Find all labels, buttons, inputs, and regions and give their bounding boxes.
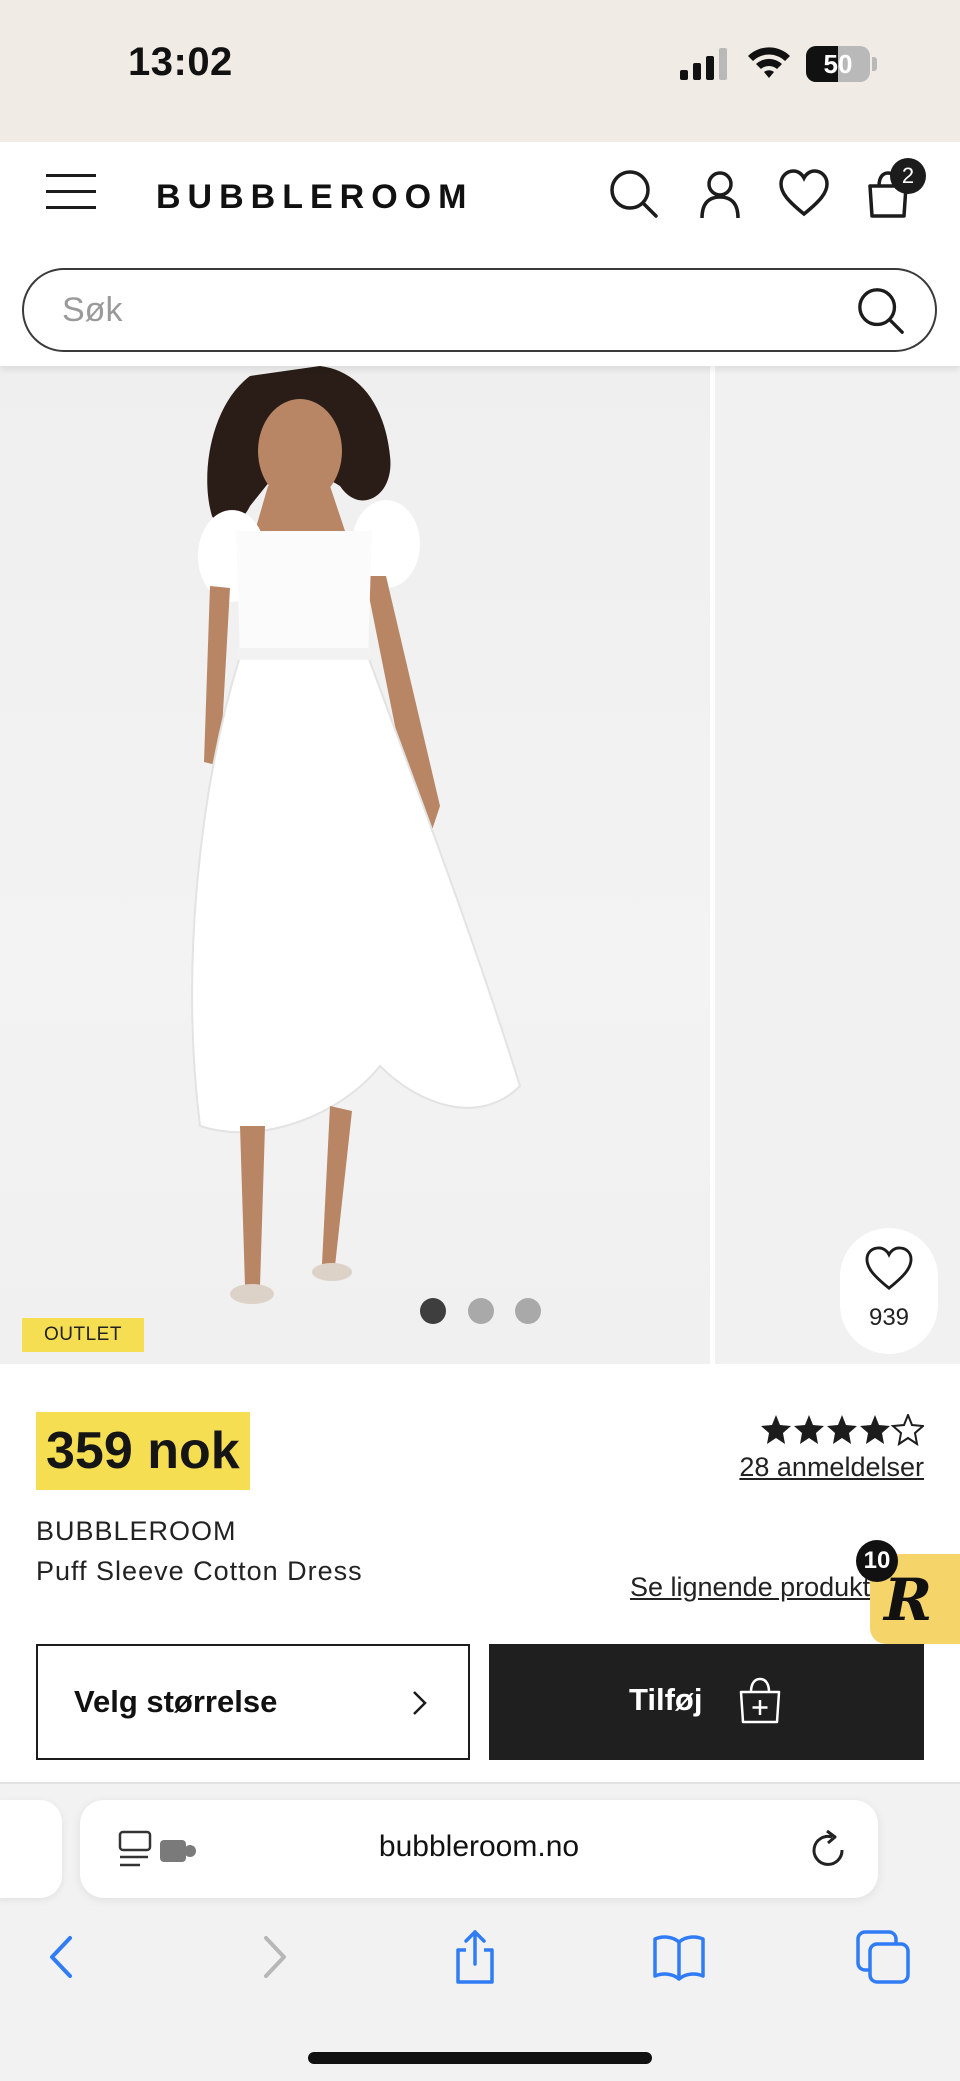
previous-tab-preview[interactable] xyxy=(0,1800,62,1898)
rewards-count-badge: 10 xyxy=(856,1540,898,1582)
pagination-dot[interactable] xyxy=(420,1298,446,1324)
pagination-dot[interactable] xyxy=(468,1298,494,1324)
search-input[interactable] xyxy=(22,268,937,352)
status-time: 13:02 xyxy=(128,40,233,84)
battery-percent: 50 xyxy=(823,49,853,79)
add-to-cart-label: Tilføj xyxy=(629,1682,703,1717)
wishlist-heart-icon[interactable] xyxy=(778,168,830,220)
product-price: 359 nok xyxy=(36,1412,250,1490)
rating-stars[interactable] xyxy=(760,1414,924,1446)
image-pagination[interactable] xyxy=(420,1298,550,1324)
heart-icon xyxy=(865,1246,913,1291)
select-size-button[interactable]: Velg størrelse xyxy=(36,1644,470,1760)
forward-icon[interactable] xyxy=(246,1930,300,1984)
search-icon[interactable] xyxy=(608,168,660,220)
next-product-image[interactable] xyxy=(715,366,960,1364)
product-name: Puff Sleeve Cotton Dress xyxy=(36,1556,363,1586)
reload-icon[interactable] xyxy=(810,1828,850,1872)
product-image[interactable] xyxy=(0,366,710,1364)
favorite-count: 939 xyxy=(868,1304,910,1331)
menu-icon[interactable] xyxy=(46,172,96,212)
select-size-label: Velg størrelse xyxy=(74,1684,278,1719)
chevron-right-icon xyxy=(413,1691,427,1715)
tabs-icon[interactable] xyxy=(856,1930,910,1984)
status-bar: 13:02 50 xyxy=(0,0,960,142)
back-icon[interactable] xyxy=(36,1930,90,1984)
cellular-signal-icon xyxy=(680,48,727,80)
address-bar[interactable]: bubbleroom.no xyxy=(80,1800,878,1898)
product-brand[interactable]: BUBBLEROOM xyxy=(36,1516,237,1547)
pagination-dot[interactable] xyxy=(515,1298,541,1324)
search-submit-icon[interactable] xyxy=(856,286,906,336)
site-logo[interactable]: BUBBLEROOM xyxy=(156,178,473,217)
add-bag-icon xyxy=(739,1677,781,1724)
cart-count-badge: 2 xyxy=(890,158,926,194)
product-gallery[interactable]: OUTLET 939 xyxy=(0,366,960,1364)
add-to-cart-button[interactable]: Tilføj xyxy=(489,1644,924,1760)
url-text: bubbleroom.no xyxy=(378,1830,580,1863)
outlet-badge: OUTLET xyxy=(22,1318,144,1352)
model-photo xyxy=(191,366,522,1304)
site-header: BUBBLEROOM 2 xyxy=(0,142,960,254)
wifi-icon xyxy=(748,47,790,78)
browser-toolbar: bubbleroom.no xyxy=(0,1784,960,2081)
bookmarks-icon[interactable] xyxy=(652,1930,706,1984)
account-icon[interactable] xyxy=(694,168,746,220)
home-indicator xyxy=(308,2052,652,2064)
search-bar xyxy=(0,254,960,366)
share-icon[interactable] xyxy=(448,1930,502,1984)
battery-icon: 50 xyxy=(806,46,877,82)
reviews-link[interactable]: 28 anmeldelser xyxy=(739,1452,924,1483)
favorite-button[interactable]: 939 xyxy=(840,1228,938,1354)
